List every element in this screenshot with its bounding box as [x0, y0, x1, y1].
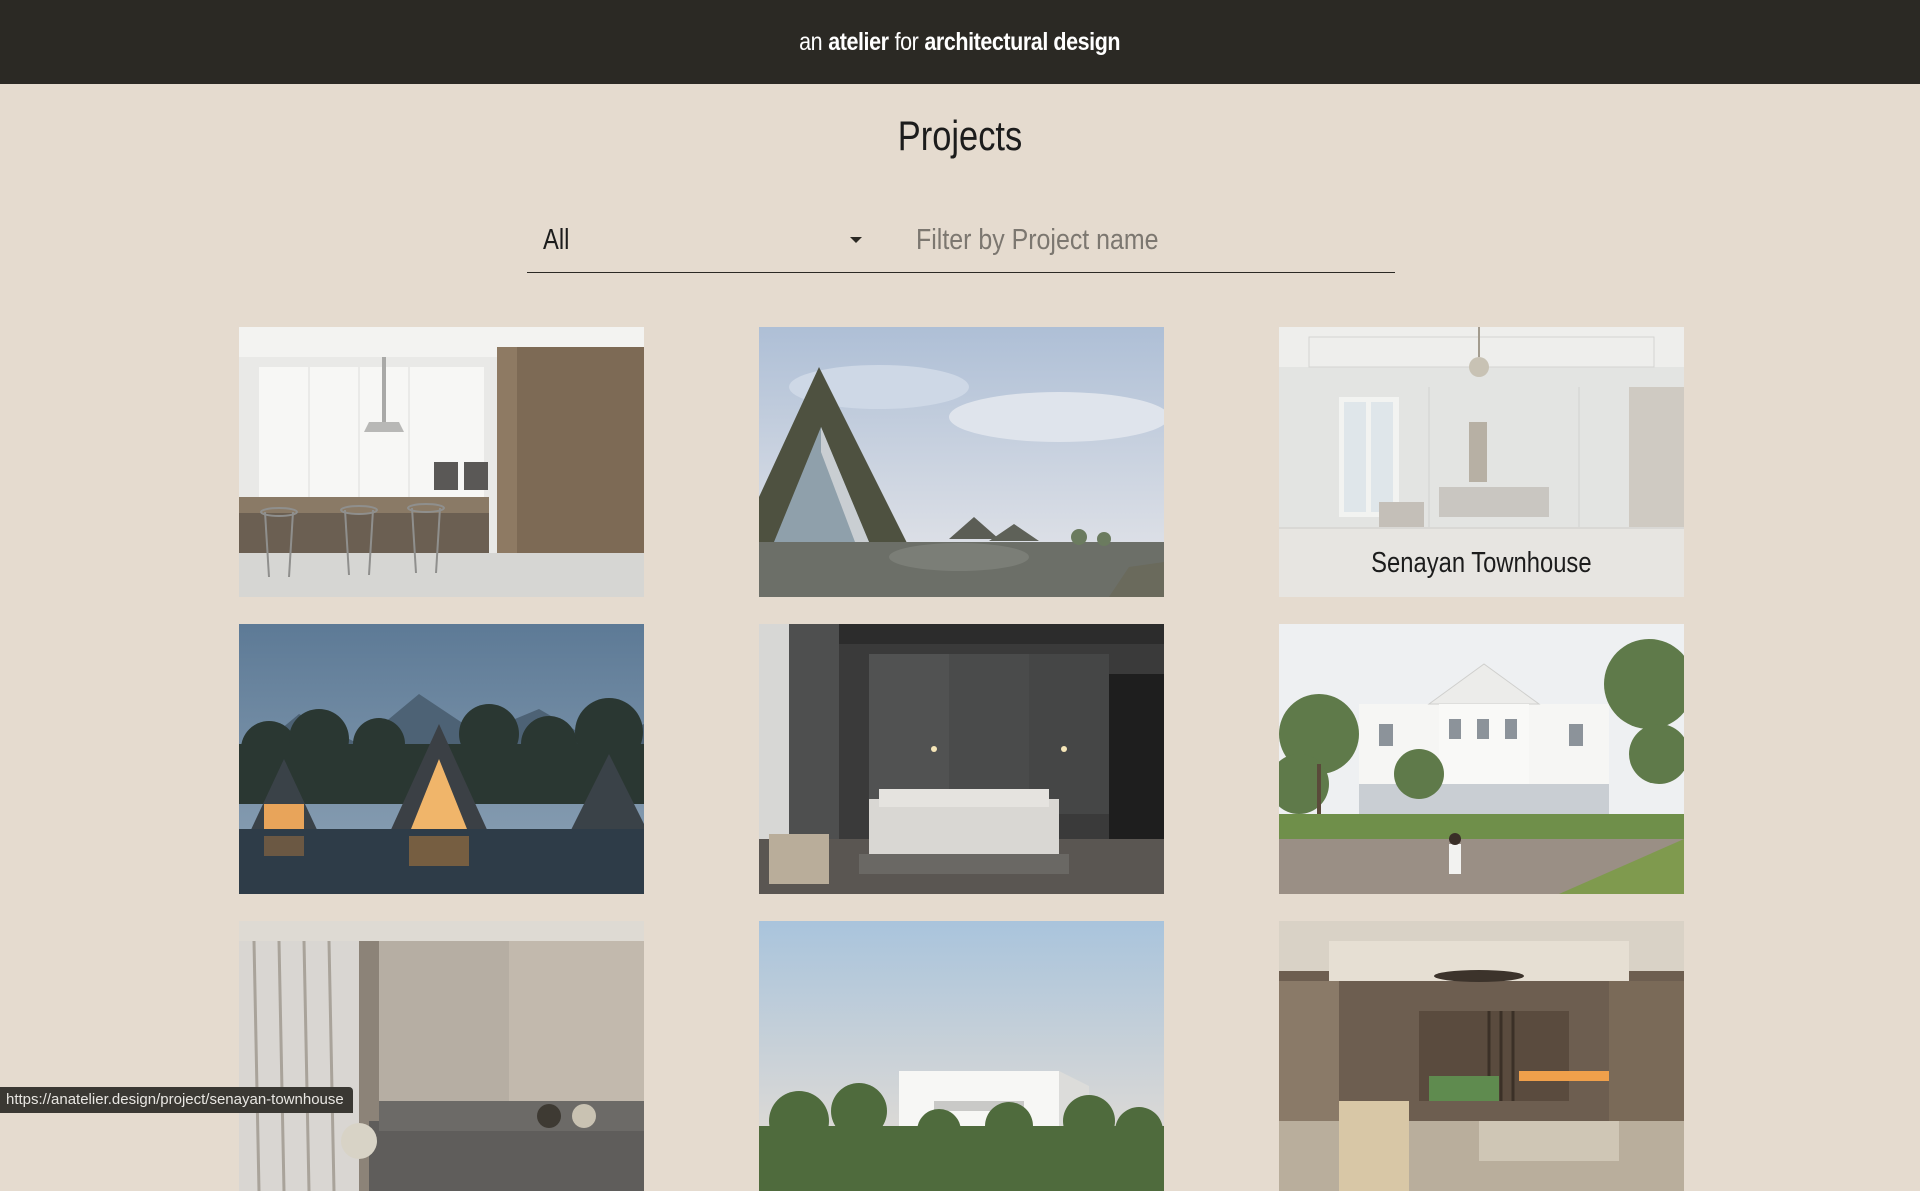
project-name-filter-input[interactable] — [916, 208, 1328, 272]
a-frame-cabins-lake-night-image — [239, 624, 644, 894]
project-card[interactable] — [759, 624, 1164, 894]
project-card[interactable] — [759, 327, 1164, 597]
warm-living-room-ceiling-fan-image — [1279, 921, 1684, 1191]
category-select[interactable]: All — [527, 208, 862, 272]
project-card[interactable] — [239, 327, 644, 597]
project-card[interactable] — [1279, 921, 1684, 1191]
brand-word-atelier: atelier — [828, 27, 890, 56]
page-title: Projects — [897, 112, 1023, 159]
project-card[interactable] — [759, 921, 1164, 1191]
category-select-value: All — [543, 223, 570, 256]
status-bar-url: https://anatelier.design/project/senayan… — [0, 1087, 353, 1113]
white-colonial-house-image — [1279, 624, 1684, 894]
filter-bar: All — [527, 208, 1395, 273]
project-card[interactable] — [239, 921, 644, 1191]
living-room-sofa-image — [239, 921, 644, 1191]
brand-logo-link[interactable]: an atelier for architectural design — [800, 28, 1121, 57]
brand-word-architectural-design: architectural design — [924, 27, 1121, 56]
project-card-hover-label: Senayan Townhouse — [1279, 529, 1684, 597]
top-header: an atelier for architectural design — [0, 0, 1920, 84]
dark-bedroom-interior-image — [759, 624, 1164, 894]
white-modern-villa-image — [759, 921, 1164, 1191]
a-frame-cabin-landscape-image — [759, 327, 1164, 597]
project-card[interactable]: Senayan Townhouse — [1279, 327, 1684, 597]
projects-grid: Senayan Townhouse — [239, 327, 1684, 1191]
project-card[interactable] — [1279, 624, 1684, 894]
project-name: Senayan Townhouse — [1371, 546, 1592, 579]
brand-word-for: for — [894, 27, 919, 56]
modern-kitchen-interior-image — [239, 327, 644, 597]
caret-down-icon — [850, 237, 862, 243]
project-card[interactable] — [239, 624, 644, 894]
brand-word-an: an — [799, 27, 823, 56]
